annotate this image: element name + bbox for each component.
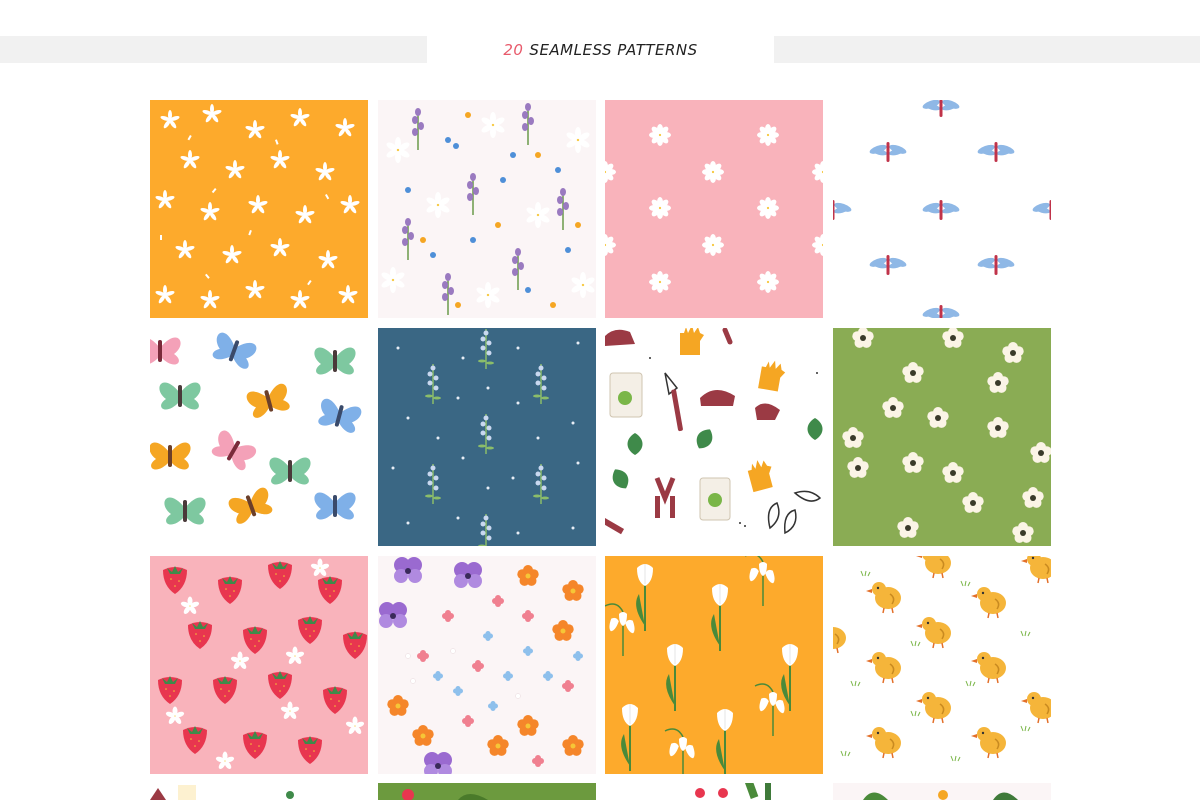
strawberry-pattern-icon	[150, 556, 368, 774]
chick-pattern-icon	[833, 556, 1051, 774]
partial-pattern-icon	[150, 783, 368, 800]
partial-pattern-icon	[833, 783, 1051, 800]
pattern-tile-dragonflies	[833, 100, 1051, 318]
pattern-tile-butterflies	[150, 328, 368, 546]
flower-pattern-icon	[833, 328, 1051, 546]
partial-pattern-icon	[605, 783, 823, 800]
pattern-tile-flowers-green	[833, 328, 1051, 546]
pattern-tile-chicks	[833, 556, 1051, 774]
pattern-tile-partial-1	[150, 783, 368, 800]
pattern-tile-daisies-pink	[605, 100, 823, 318]
pattern-tile-garden-tools	[605, 328, 823, 546]
title-text: SEAMLESS PATTERNS	[529, 40, 698, 59]
pattern-tile-daisies-orange	[150, 100, 368, 318]
garden-tools-pattern-icon	[605, 328, 823, 546]
pansy-pattern-icon	[378, 556, 596, 774]
header-bar-left	[0, 36, 427, 63]
pattern-tile-pansies	[378, 556, 596, 774]
pattern-tile-partial-4	[833, 783, 1051, 800]
page-title: 20 SEAMLESS PATTERNS	[427, 36, 774, 63]
partial-pattern-icon	[378, 783, 596, 800]
pattern-tile-snowdrops	[605, 556, 823, 774]
pattern-count: 20	[503, 40, 524, 59]
snowdrop-pattern-icon	[605, 556, 823, 774]
lavender-pattern-icon	[378, 328, 596, 546]
butterfly-pattern-icon	[150, 328, 368, 546]
dragonfly-pattern-icon	[833, 100, 1051, 318]
wildflower-pattern-icon	[378, 100, 596, 318]
daisy-pattern-icon	[605, 100, 823, 318]
pattern-tile-partial-3	[605, 783, 823, 800]
pattern-tile-lavender-blue	[378, 328, 596, 546]
pattern-tile-partial-2	[378, 783, 596, 800]
header-bar-right	[774, 36, 1200, 63]
pattern-tile-strawberries	[150, 556, 368, 774]
pattern-tile-wildflowers	[378, 100, 596, 318]
daisy-pattern-icon	[150, 100, 368, 318]
